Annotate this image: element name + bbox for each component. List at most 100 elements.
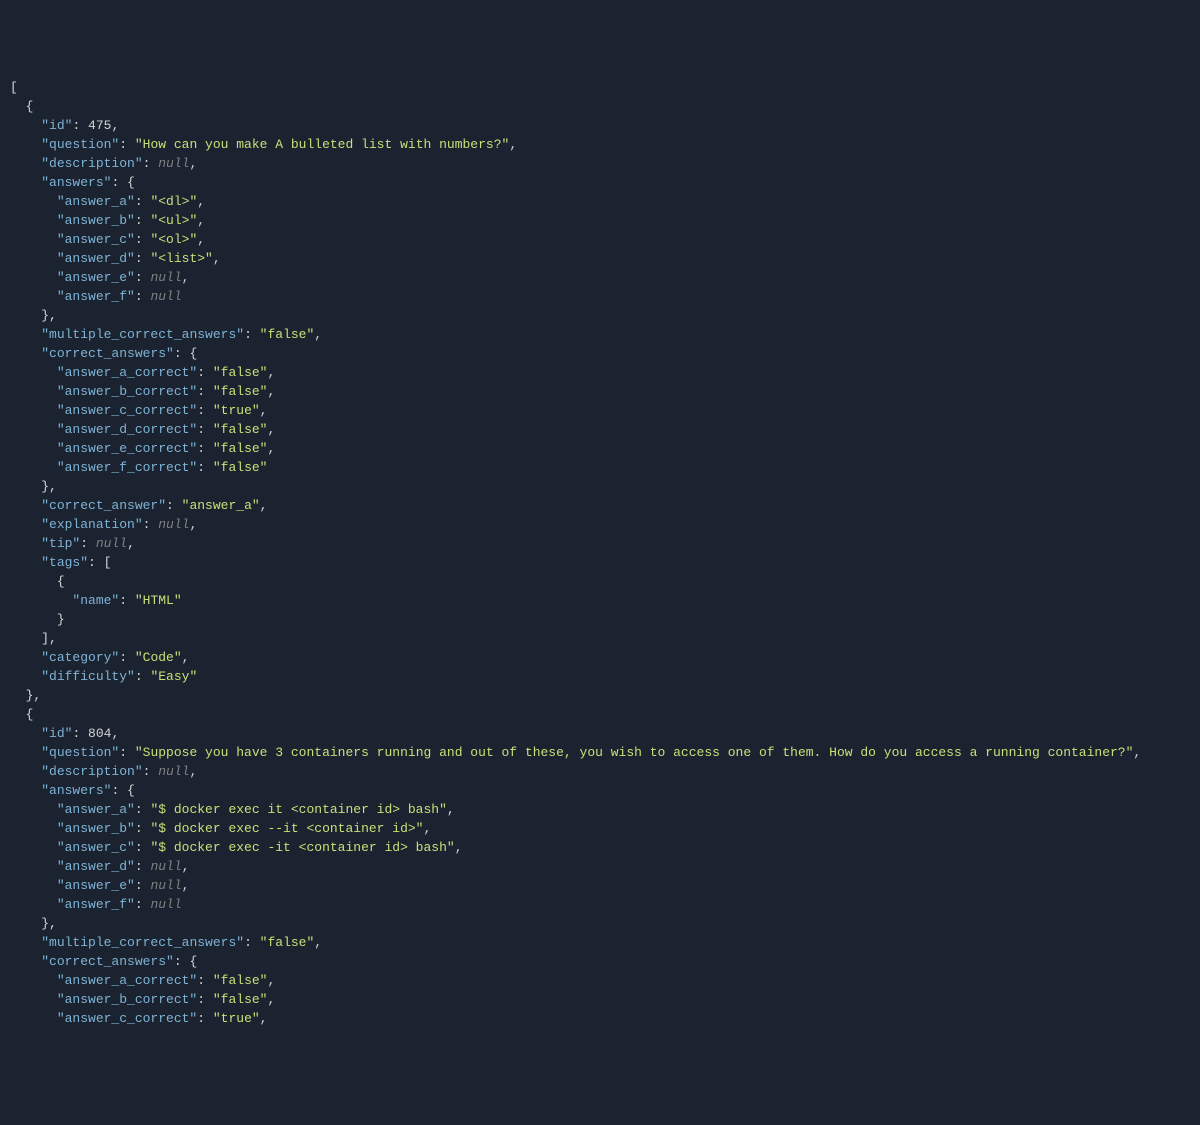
json-token: : (119, 137, 135, 152)
json-token: 804 (88, 726, 111, 741)
json-token: "multiple_correct_answers" (41, 327, 244, 342)
json-token: "tags" (41, 555, 88, 570)
json-token: "question" (41, 137, 119, 152)
json-token: , (260, 403, 268, 418)
json-token: : (197, 973, 213, 988)
json-token: "answer_b" (57, 821, 135, 836)
json-token: "true" (213, 403, 260, 418)
json-token: "id" (41, 726, 72, 741)
json-token: null (150, 897, 181, 912)
json-token: "answer_e_correct" (57, 441, 197, 456)
json-token: } (57, 612, 65, 627)
json-token: ], (41, 631, 57, 646)
json-token: "answer_b_correct" (57, 992, 197, 1007)
json-token: "tip" (41, 536, 80, 551)
json-token: : (197, 422, 213, 437)
json-token: : (135, 289, 151, 304)
json-token: }, (26, 688, 42, 703)
json-token: null (150, 878, 181, 893)
json-code-viewer[interactable]: [ { "id": 475, "question": "How can you … (10, 78, 1190, 1028)
json-token: , (455, 840, 463, 855)
json-token: "correct_answers" (41, 346, 174, 361)
json-token: , (182, 650, 190, 665)
json-token: , (1133, 745, 1141, 760)
json-token: , (197, 232, 205, 247)
json-token: : (197, 992, 213, 1007)
json-token: { (57, 574, 65, 589)
json-token: "answer_c" (57, 232, 135, 247)
json-token: "multiple_correct_answers" (41, 935, 244, 950)
json-token: : (72, 726, 88, 741)
json-token: "Easy" (150, 669, 197, 684)
json-token: "How can you make A bulleted list with n… (135, 137, 509, 152)
json-token: : (244, 327, 260, 342)
json-token: null (96, 536, 127, 551)
json-token: "HTML" (135, 593, 182, 608)
json-token: "answer_a" (57, 802, 135, 817)
json-token: : (135, 194, 151, 209)
json-token: null (158, 156, 189, 171)
json-token: null (158, 764, 189, 779)
json-token: : (135, 802, 151, 817)
json-token: : (119, 593, 135, 608)
json-token: : { (174, 954, 197, 969)
json-token: "correct_answers" (41, 954, 174, 969)
json-token: , (447, 802, 455, 817)
json-token: "<ul>" (150, 213, 197, 228)
json-token: , (111, 118, 119, 133)
json-token: "<ol>" (150, 232, 197, 247)
json-token: , (189, 156, 197, 171)
json-token: "answer_a" (57, 194, 135, 209)
json-token: : (197, 403, 213, 418)
json-token: : (119, 650, 135, 665)
json-token: , (197, 194, 205, 209)
json-token: , (111, 726, 119, 741)
json-token: , (314, 935, 322, 950)
json-token: { (26, 99, 34, 114)
json-token: "answer_e" (57, 270, 135, 285)
json-token: "answer_a_correct" (57, 365, 197, 380)
json-token: : [ (88, 555, 111, 570)
json-token: : { (111, 783, 134, 798)
json-token: : (197, 365, 213, 380)
json-token: : (135, 878, 151, 893)
json-token: "false" (213, 384, 268, 399)
json-token: "answer_a_correct" (57, 973, 197, 988)
json-token: : (135, 213, 151, 228)
json-token: : (135, 232, 151, 247)
json-token: : (143, 764, 159, 779)
json-token: "answers" (41, 175, 111, 190)
json-token: }, (41, 308, 57, 323)
json-token: : (197, 384, 213, 399)
json-token: , (260, 1011, 268, 1026)
json-token: , (197, 213, 205, 228)
json-token: : (135, 897, 151, 912)
json-token: : (135, 251, 151, 266)
json-token: "answer_b" (57, 213, 135, 228)
json-token: : (166, 498, 182, 513)
json-token: , (314, 327, 322, 342)
json-token: , (267, 992, 275, 1007)
json-token: : (135, 270, 151, 285)
json-token: , (127, 536, 135, 551)
json-token: "false" (213, 422, 268, 437)
json-token: : (143, 156, 159, 171)
json-token: "Code" (135, 650, 182, 665)
json-token: "name" (72, 593, 119, 608)
json-token: : (135, 669, 151, 684)
json-token: "answer_b_correct" (57, 384, 197, 399)
json-token: "false" (260, 327, 315, 342)
json-token: "false" (213, 365, 268, 380)
json-token: "true" (213, 1011, 260, 1026)
json-token: "difficulty" (41, 669, 135, 684)
json-token: : (197, 441, 213, 456)
json-token: "description" (41, 764, 142, 779)
json-token: "answer_d" (57, 859, 135, 874)
json-token: , (189, 517, 197, 532)
json-token: null (150, 289, 181, 304)
json-token: "description" (41, 156, 142, 171)
json-token: , (267, 973, 275, 988)
json-token: : (72, 118, 88, 133)
json-token: : (197, 460, 213, 475)
json-token: : (135, 821, 151, 836)
